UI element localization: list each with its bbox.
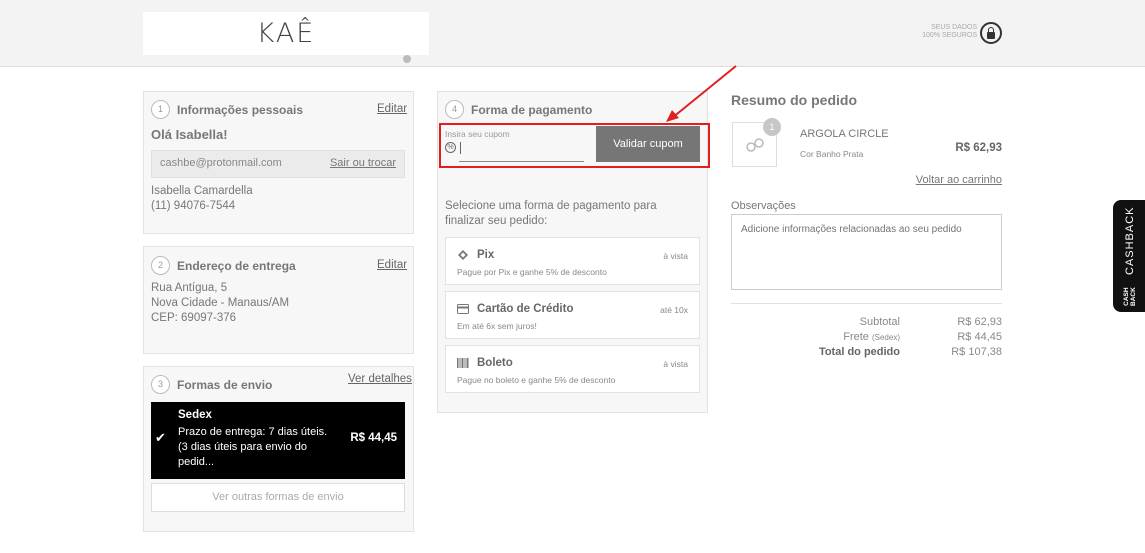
coupon-icon: % [445, 142, 456, 153]
product-variant: Cor Banho Prata [800, 149, 864, 159]
email-box: cashbe@protonmail.com Sair ou trocar [151, 150, 405, 178]
subtotal-value: R$ 62,93 [957, 316, 1002, 328]
switch-account-link[interactable]: Sair ou trocar [330, 157, 396, 169]
address-title: Endereço de entrega [177, 259, 296, 273]
credit-card-icon [457, 304, 469, 314]
subtotal-label: Subtotal [859, 316, 900, 328]
step-number: 4 [445, 100, 464, 119]
shipping-name: Sedex [178, 409, 212, 421]
shipping-info-line: pedid... [178, 456, 215, 468]
logo-dot [403, 55, 411, 63]
payment-name: Pix [477, 249, 495, 261]
payment-name: Cartão de Crédito [477, 303, 574, 315]
secure-data-text: SEUS DADOS 100% SEGUROS [905, 24, 977, 40]
observations-textarea[interactable] [731, 214, 1002, 290]
cashback-label: CASHBACK [1124, 206, 1136, 275]
barcode-icon [457, 358, 469, 368]
coupon-input[interactable] [459, 140, 584, 162]
greeting: Olá Isabella! [151, 127, 228, 142]
product-name: ARGOLA CIRCLE [800, 128, 889, 140]
payment-note: à vista [663, 251, 688, 261]
personal-info-title: Informações pessoais [177, 103, 304, 117]
cashback-sub-2: BACK [1130, 287, 1137, 306]
total-value: R$ 107,38 [951, 346, 1002, 358]
email-text: cashbe@protonmail.com [160, 157, 282, 169]
payment-desc: Pague no boleto e ganhe 5% de desconto [457, 375, 616, 385]
pix-icon [458, 250, 468, 260]
summary-title: Resumo do pedido [731, 92, 857, 108]
address-line: Rua Antígua, 5 [151, 282, 228, 294]
payment-title: Forma de pagamento [471, 103, 593, 117]
shipping-value: R$ 44,45 [957, 331, 1002, 343]
back-to-cart-link[interactable]: Voltar ao carrinho [900, 174, 1002, 186]
shipping-info-line: Prazo de entrega: 7 dias úteis. [178, 426, 328, 438]
shipping-method: (Sedex) [871, 333, 900, 342]
product-quantity-badge: 1 [763, 118, 781, 136]
divider [731, 303, 1002, 304]
payment-desc: Pague por Pix e ganhe 5% de desconto [457, 267, 607, 277]
shipping-details-link[interactable]: Ver detalhes [348, 373, 412, 385]
shipping-info-line: (3 dias úteis para envio do [178, 441, 308, 453]
secure-line-1: SEUS DADOS [931, 24, 977, 31]
header: KAÊ SEUS DADOS 100% SEGUROS [0, 0, 1145, 67]
step-number: 3 [151, 375, 170, 394]
shipping-info: Prazo de entrega: 7 dias úteis. (3 dias … [178, 425, 328, 470]
observations-label: Observações [731, 200, 796, 212]
cashback-sub-1: CASH [1123, 287, 1130, 306]
cashback-badge: CASH BACK [1123, 287, 1137, 306]
text-cursor [460, 142, 461, 154]
payment-instruction: Selecione uma forma de pagamento para fi… [445, 200, 657, 227]
logo[interactable]: KAÊ [143, 18, 429, 49]
step-number: 2 [151, 256, 170, 275]
shipping-title: Formas de envio [177, 378, 273, 392]
secure-line-2: 100% SEGUROS [922, 32, 977, 39]
edit-personal-link[interactable]: Editar [377, 103, 407, 115]
annotation-arrow-icon [666, 65, 737, 122]
edit-address-link[interactable]: Editar [377, 259, 407, 271]
payment-option-boleto[interactable]: Boleto Pague no boleto e ganhe 5% de des… [445, 345, 700, 393]
payment-note: até 10x [660, 305, 688, 315]
shipping-price: R$ 44,45 [350, 432, 397, 444]
selected-shipping-option[interactable]: ✔ Sedex Prazo de entrega: 7 dias úteis. … [151, 402, 405, 479]
address-line: Nova Cidade - Manaus/AM [151, 297, 290, 309]
logo-container[interactable]: KAÊ [143, 12, 429, 63]
address-line: CEP: 69097-376 [151, 312, 237, 324]
lock-icon [980, 22, 1002, 44]
payment-name: Boleto [477, 357, 513, 369]
earring-icon [746, 138, 764, 152]
check-icon: ✔ [155, 430, 166, 445]
cashback-tab[interactable]: CASHBACK CASH BACK [1113, 200, 1145, 312]
product-price: R$ 62,93 [955, 142, 1002, 154]
shipping-label-text: Frete [843, 331, 869, 343]
step-number: 1 [151, 100, 170, 119]
validate-coupon-button[interactable]: Validar cupom [596, 126, 700, 162]
payment-option-pix[interactable]: Pix Pague por Pix e ganhe 5% de desconto… [445, 237, 700, 285]
coupon-label: Insira seu cupom [445, 129, 510, 139]
shipping-label: Frete (Sedex) [760, 331, 900, 343]
payment-option-credit-card[interactable]: Cartão de Crédito Em até 6x sem juros! a… [445, 291, 700, 339]
payment-note: à vista [663, 359, 688, 369]
other-shipping-button[interactable]: Ver outras formas de envio [151, 483, 405, 512]
total-label: Total do pedido [818, 346, 900, 358]
customer-phone: (11) 94076-7544 [151, 200, 236, 212]
payment-desc: Em até 6x sem juros! [457, 321, 537, 331]
customer-name: Isabella Camardella [151, 185, 253, 197]
